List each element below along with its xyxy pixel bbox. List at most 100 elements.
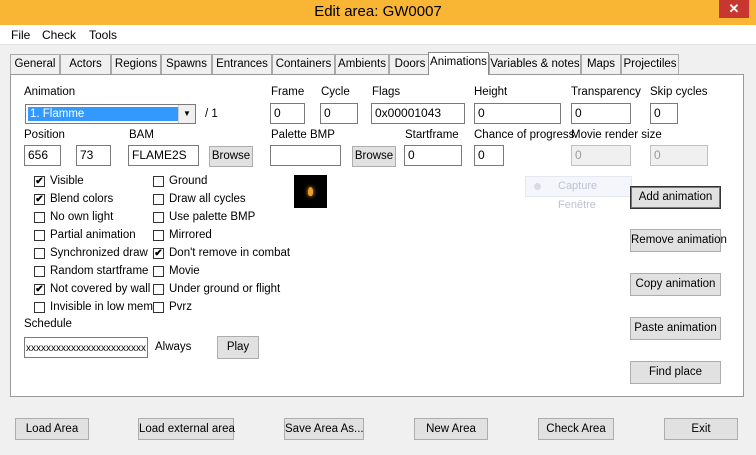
animation-count: / 1 (205, 108, 218, 120)
skip-cycles-label: Skip cycles (650, 86, 708, 98)
position-y-input[interactable]: 73 (76, 145, 111, 166)
flags-input[interactable]: 0x00001043 (371, 103, 465, 124)
checkbox-label: Mirrored (169, 229, 212, 241)
palette-browse-button[interactable]: Browse (352, 146, 396, 167)
height-input[interactable]: 0 (474, 103, 561, 124)
transparency-label: Transparency (571, 86, 641, 98)
transparency-input[interactable]: 0 (571, 103, 631, 124)
checkbox-label: Invisible in low mem. (50, 301, 157, 313)
animation-preview (294, 175, 327, 208)
checkbox-box[interactable] (153, 266, 164, 277)
frame-label: Frame (271, 86, 305, 98)
tab-animations[interactable]: Animations (428, 52, 489, 75)
checkbox-label: Movie (169, 265, 200, 277)
tab-general[interactable]: General (10, 54, 60, 74)
find-place-button[interactable]: Find place (630, 361, 721, 384)
capture-ghost-overlay: Capture Fenêtre (525, 176, 632, 211)
checkbox-box[interactable]: ✔ (34, 176, 45, 187)
tab-maps[interactable]: Maps (581, 54, 621, 74)
title-bar: Edit area: GW0007 ✕ (0, 0, 756, 25)
position-label: Position (24, 129, 65, 141)
checkbox-label: Synchronized draw (50, 247, 148, 259)
chance-input[interactable]: 0 (474, 145, 504, 166)
position-x-input[interactable]: 656 (24, 145, 61, 166)
bam-input[interactable]: FLAME2S (128, 145, 199, 166)
menu-check[interactable]: Check (42, 28, 76, 42)
checkbox-label: Visible (50, 175, 84, 187)
checkbox-box[interactable] (34, 302, 45, 313)
tab-entrances[interactable]: Entrances (212, 54, 272, 74)
tab-projectiles[interactable]: Projectiles (621, 54, 679, 74)
checkbox-label: No own light (50, 211, 114, 223)
checkbox-label: Draw all cycles (169, 193, 246, 205)
checkbox-label: Partial animation (50, 229, 136, 241)
checkbox-box[interactable] (153, 176, 164, 187)
remove-animation-button[interactable]: Remove animation (630, 229, 727, 252)
chance-label: Chance of progress (474, 129, 575, 141)
movie-height-input[interactable]: 0 (650, 145, 708, 166)
menu-tools[interactable]: Tools (89, 28, 117, 42)
checkbox-box[interactable]: ✔ (153, 248, 164, 259)
menu-file[interactable]: File (11, 28, 30, 42)
checkbox-label: Random startframe (50, 265, 149, 277)
checkbox-box[interactable]: ✔ (34, 194, 45, 205)
checkbox-label: Use palette BMP (169, 211, 256, 223)
checkbox-box[interactable] (34, 230, 45, 241)
checkbox-box[interactable] (34, 266, 45, 277)
bam-label: BAM (129, 129, 154, 141)
record-icon (534, 183, 541, 190)
movie-width-input[interactable]: 0 (571, 145, 631, 166)
cycle-input[interactable]: 0 (320, 103, 358, 124)
menu-bar: File Check Tools (0, 25, 756, 45)
check-area-button[interactable]: Check Area (538, 418, 614, 440)
animation-label: Animation (24, 86, 76, 98)
movie-render-size-label: Movie render size (571, 129, 662, 141)
close-icon[interactable]: ✕ (719, 0, 749, 18)
chevron-down-icon[interactable]: ▼ (178, 105, 195, 123)
bam-browse-button[interactable]: Browse (209, 146, 253, 167)
checkbox-box[interactable] (153, 230, 164, 241)
load-external-area-button[interactable]: Load external area (138, 418, 235, 440)
flags-label: Flags (372, 86, 401, 98)
tab-variables-notes[interactable]: Variables & notes (489, 54, 581, 74)
checkbox-box[interactable] (34, 212, 45, 223)
checkbox-box[interactable]: ✔ (34, 284, 45, 295)
checkbox-label: Under ground or flight (169, 283, 281, 295)
tab-regions[interactable]: Regions (111, 54, 161, 74)
checkbox-label: Ground (169, 175, 208, 187)
checkbox-box[interactable] (153, 302, 164, 313)
tab-spawns[interactable]: Spawns (161, 54, 212, 74)
height-label: Height (474, 86, 508, 98)
checkbox-box[interactable] (153, 194, 164, 205)
tab-actors[interactable]: Actors (60, 54, 111, 74)
paste-animation-button[interactable]: Paste animation (630, 317, 721, 340)
checkbox-label: Pvrz (169, 301, 192, 313)
schedule-label: Schedule (24, 318, 72, 330)
copy-animation-button[interactable]: Copy animation (630, 273, 721, 296)
checkbox-label: Don't remove in combat (169, 247, 291, 259)
play-button[interactable]: Play (217, 336, 259, 359)
palette-bmp-label: Palette BMP (271, 129, 335, 141)
save-area-as-button[interactable]: Save Area As... (284, 418, 364, 440)
palette-bmp-input[interactable] (270, 145, 341, 166)
schedule-text: Always (155, 341, 192, 353)
exit-button[interactable]: Exit (664, 418, 738, 440)
animation-selected-value: 1. Flamme (28, 107, 180, 121)
flame-icon (308, 187, 313, 196)
skip-cycles-input[interactable]: 0 (650, 103, 678, 124)
tab-ambients[interactable]: Ambients (335, 54, 389, 74)
add-animation-button[interactable]: Add animation (630, 186, 721, 209)
checkbox-box[interactable] (153, 284, 164, 295)
load-area-button[interactable]: Load Area (15, 418, 89, 440)
checkbox-label: Not covered by wall (50, 283, 151, 295)
tab-containers[interactable]: Containers (272, 54, 335, 74)
startframe-input[interactable]: 0 (404, 145, 462, 166)
checkbox-box[interactable] (153, 212, 164, 223)
checkbox-box[interactable] (34, 248, 45, 259)
new-area-button[interactable]: New Area (414, 418, 488, 440)
tab-doors[interactable]: Doors (389, 54, 431, 74)
cycle-label: Cycle (321, 86, 350, 98)
frame-input[interactable]: 0 (270, 103, 305, 124)
schedule-input[interactable]: xxxxxxxxxxxxxxxxxxxxxxxx (24, 337, 148, 358)
animation-select[interactable]: 1. Flamme ▼ (25, 104, 196, 124)
